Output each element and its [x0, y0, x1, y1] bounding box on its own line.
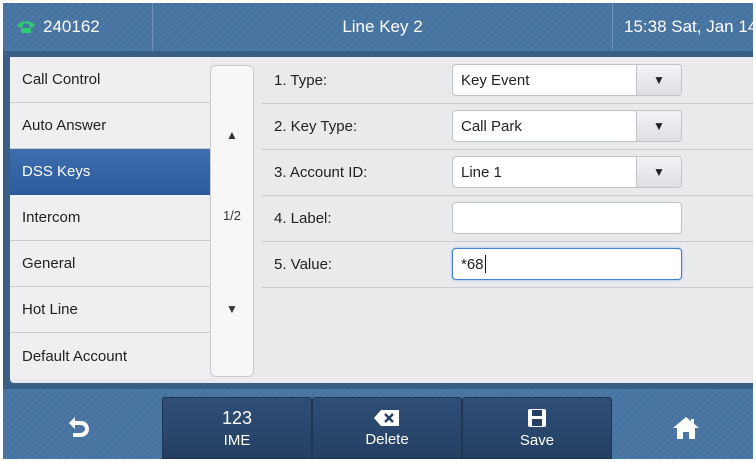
menu-item-intercom[interactable]: Intercom [10, 195, 210, 241]
type-value: Key Event [461, 71, 530, 89]
menu-item-general[interactable]: General [10, 241, 210, 287]
save-label: Save [519, 431, 555, 449]
backspace-icon [374, 409, 399, 426]
label-label: 4. Label: [274, 209, 332, 227]
menu-item-auto-answer[interactable]: Auto Answer [10, 103, 210, 149]
home-button[interactable] [618, 397, 753, 459]
value-row: 5. Value: *68 [262, 241, 753, 288]
softkey-bar: 123 IME Delete Save [3, 389, 753, 459]
line-number: 240162 [43, 17, 100, 36]
ime-label: IME [223, 431, 251, 449]
account-label: 3. Account ID: [274, 163, 368, 181]
type-row: 1. Type: Key Event ▼ [262, 57, 753, 104]
page-scroller: ▲ 1/2 ▼ [210, 65, 254, 377]
feature-menu: Call Control Auto Answer DSS Keys Interc… [10, 57, 210, 383]
label-input[interactable] [452, 202, 682, 234]
value-input[interactable]: *68 [452, 248, 682, 280]
line-key-form: 1. Type: Key Event ▼ 2. Key Type: Call P… [262, 57, 753, 383]
page-title: Line Key 2 [153, 3, 613, 51]
ime-mode: 123 [221, 407, 253, 428]
back-button[interactable] [3, 397, 153, 459]
chevron-down-icon[interactable]: ▼ [636, 111, 681, 141]
menu-item-hot-line[interactable]: Hot Line [10, 287, 210, 333]
page-indicator: 1/2 [222, 208, 242, 223]
account-select[interactable]: Line 1 ▼ [452, 156, 682, 188]
content-panel: Call Control Auto Answer DSS Keys Interc… [10, 57, 753, 383]
type-label: 1. Type: [274, 71, 328, 89]
clock: 15:38 Sat, Jan 14 [624, 17, 753, 36]
page-down-icon[interactable]: ▼ [211, 302, 253, 316]
home-icon [672, 417, 699, 439]
save-icon [528, 408, 546, 427]
key-type-value: Call Park [461, 117, 522, 135]
status-bar: 240162 Line Key 2 15:38 Sat, Jan 14 [3, 3, 753, 51]
menu-item-default-account[interactable]: Default Account [10, 333, 210, 379]
delete-label: Delete [365, 430, 409, 448]
account-value: Line 1 [461, 163, 502, 181]
chevron-down-icon[interactable]: ▼ [636, 65, 681, 95]
value-text: *68 [461, 255, 484, 273]
type-select[interactable]: Key Event ▼ [452, 64, 682, 96]
account-row: 3. Account ID: Line 1 ▼ [262, 149, 753, 196]
line-status[interactable]: 240162 [3, 3, 153, 51]
phone-icon [17, 21, 35, 33]
back-arrow-icon [69, 417, 89, 437]
text-cursor [484, 255, 486, 273]
menu-item-call-control[interactable]: Call Control [10, 57, 210, 103]
value-label: 5. Value: [274, 255, 333, 273]
key-type-select[interactable]: Call Park ▼ [452, 110, 682, 142]
key-type-row: 2. Key Type: Call Park ▼ [262, 103, 753, 150]
label-row: 4. Label: [262, 195, 753, 242]
phone-screen: 240162 Line Key 2 15:38 Sat, Jan 14 Call… [3, 3, 753, 459]
save-button[interactable]: Save [462, 397, 612, 459]
menu-item-dss-keys[interactable]: DSS Keys [10, 149, 210, 195]
page-up-icon[interactable]: ▲ [211, 128, 253, 142]
key-type-label: 2. Key Type: [274, 117, 358, 135]
ime-button[interactable]: 123 IME [162, 397, 312, 459]
delete-button[interactable]: Delete [312, 397, 462, 459]
chevron-down-icon[interactable]: ▼ [636, 157, 681, 187]
